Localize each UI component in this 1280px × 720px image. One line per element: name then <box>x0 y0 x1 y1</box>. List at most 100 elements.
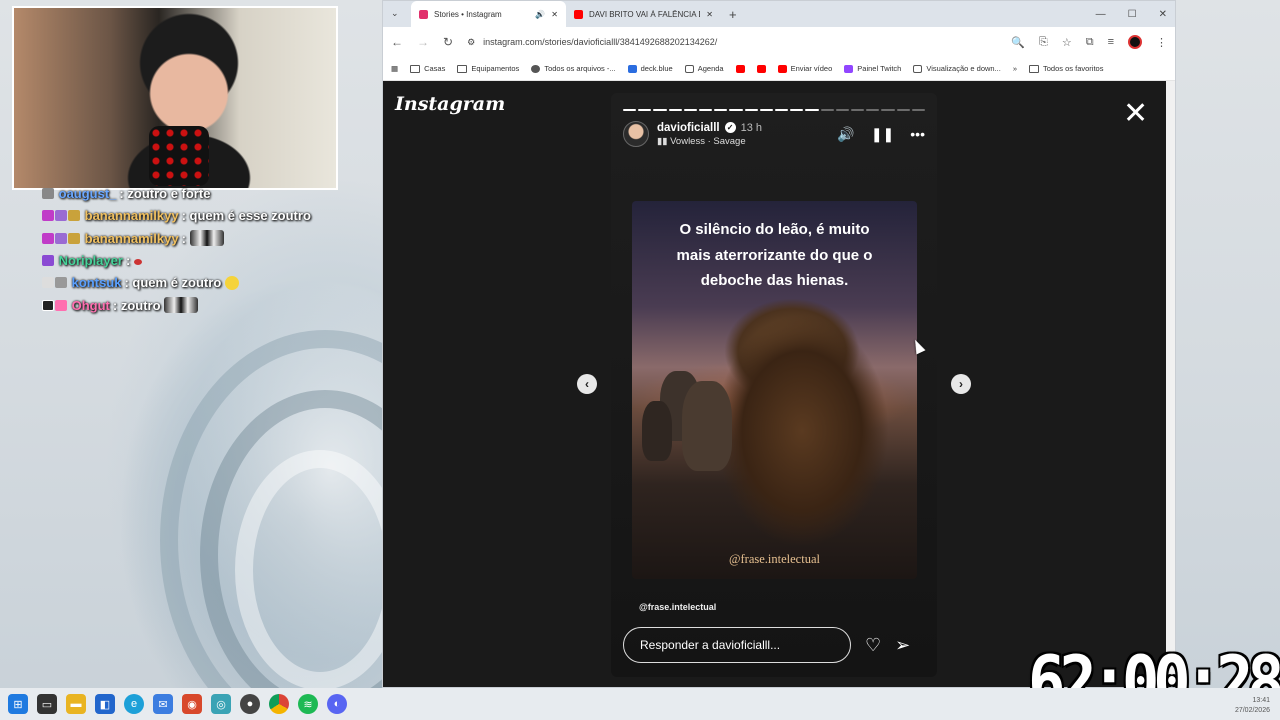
story-progress <box>623 109 926 111</box>
folder-icon <box>410 64 421 73</box>
previous-story-icon[interactable]: ‹ <box>577 374 597 394</box>
menu-kebab-icon[interactable]: ⋮ <box>1156 36 1167 49</box>
progress-segment <box>744 109 758 111</box>
profile-avatar[interactable] <box>1128 35 1142 49</box>
media-control-icon[interactable]: ≡ <box>1108 36 1114 48</box>
volume-icon[interactable]: 🔊 <box>837 126 854 143</box>
chat-message: banannamilkyy: quem é esse zoutro <box>42 208 342 224</box>
install-app-icon[interactable]: ⎘ <box>1039 36 1048 49</box>
bookmark-item[interactable]: Enviar vídeo <box>777 64 832 73</box>
instagram-viewport: Instagram ✕ ‹ › davioficialll ✓ 13 h ▮▮ … <box>383 81 1175 687</box>
story-card[interactable]: davioficialll ✓ 13 h ▮▮ Vowless · Savage… <box>611 93 937 677</box>
apps-grid-icon[interactable]: ▦ <box>391 64 398 73</box>
new-tab-button[interactable]: + <box>721 7 745 22</box>
chat-message: banannamilkyy: <box>42 230 342 247</box>
avatar[interactable] <box>623 121 649 147</box>
story-watermark: @frase.intelectual <box>729 552 820 566</box>
chrome-icon[interactable] <box>269 694 289 714</box>
webcam-overlay <box>12 6 338 190</box>
badge-icon <box>42 233 54 244</box>
progress-segment <box>759 109 774 111</box>
scrollbar[interactable] <box>1166 81 1175 687</box>
story-song[interactable]: ▮▮ Vowless · Savage <box>657 136 829 147</box>
forward-icon[interactable]: → <box>417 35 429 49</box>
bookmark-star-icon[interactable]: ☆ <box>1062 36 1072 49</box>
heart-icon[interactable]: ♡ <box>865 635 881 656</box>
next-story-icon[interactable]: › <box>951 374 971 394</box>
tab-title: Stories • Instagram <box>434 9 502 19</box>
bookmark-item[interactable]: Painel Twitch <box>844 64 901 73</box>
story-username[interactable]: davioficialll <box>657 122 720 134</box>
bookmark-item[interactable]: Agenda <box>684 64 724 73</box>
badge-icon <box>42 255 54 266</box>
progress-segment <box>668 109 682 111</box>
store-icon[interactable]: ◧ <box>95 694 115 714</box>
tray-date: 27/02/2026 <box>1234 707 1270 714</box>
pause-icon[interactable]: ❚❚ <box>871 126 894 143</box>
minimize-icon[interactable]: — <box>1096 9 1106 20</box>
eyes-emote-icon <box>164 297 199 313</box>
tab-youtube[interactable]: DAVI BRITO VAI À FALÊNCIA DE... ✕ <box>566 1 721 27</box>
discord-icon[interactable]: ◐ <box>327 694 347 714</box>
chat-username: Ohgut <box>71 298 110 313</box>
tab-close-icon[interactable]: ✕ <box>706 10 713 19</box>
bookmark-item[interactable]: deck.blue <box>627 64 673 73</box>
thinking-emoji-icon <box>224 276 239 290</box>
task-view-icon[interactable]: ▭ <box>37 694 57 714</box>
app-icon[interactable]: ✉ <box>153 694 173 714</box>
instagram-favicon-icon <box>419 9 428 19</box>
reload-icon[interactable]: ↻ <box>443 35 453 49</box>
chat-username: banannamilkyy <box>84 208 179 223</box>
progress-segment <box>729 109 743 111</box>
speaker-icon[interactable]: 🔊 <box>535 10 545 19</box>
more-bookmarks-icon[interactable]: » <box>1013 64 1017 73</box>
progress-segment <box>820 109 834 111</box>
badge-icon <box>55 233 67 244</box>
close-window-icon[interactable]: ✕ <box>1159 9 1167 20</box>
extensions-icon[interactable]: ⧉ <box>1086 36 1094 49</box>
progress-segment <box>881 109 895 111</box>
chat-username: Noriplayer <box>58 253 123 268</box>
reply-input[interactable]: Responder a davioficialll... <box>623 627 851 663</box>
spotify-icon[interactable]: ≋ <box>298 694 318 714</box>
send-icon[interactable]: ➢ <box>895 635 910 656</box>
zoom-icon[interactable]: 🔍 <box>1011 36 1025 49</box>
app-icon[interactable]: ◎ <box>211 694 231 714</box>
bookmark-label: Todos os arquivos -... <box>544 64 616 73</box>
all-bookmarks[interactable]: Todos os favoritos <box>1029 64 1103 73</box>
badge-icon <box>42 210 54 221</box>
tab-search-icon[interactable]: ⌄ <box>391 8 399 19</box>
maximize-icon[interactable]: ☐ <box>1128 9 1137 20</box>
obs-icon[interactable]: ◉ <box>182 694 202 714</box>
windows-start-icon[interactable]: ⊞ <box>8 694 28 714</box>
bookmark-item[interactable] <box>756 64 766 73</box>
story-time: 13 h <box>740 121 763 134</box>
site-info-icon[interactable]: ⚙ <box>467 37 475 48</box>
bookmark-item[interactable]: Visualização e down... <box>913 64 1001 73</box>
music-bars-icon: ▮▮ <box>657 135 671 147</box>
more-options-icon[interactable]: ••• <box>910 126 925 142</box>
youtube-icon <box>756 64 766 73</box>
window-controls: — ☐ ✕ <box>1096 1 1167 27</box>
instagram-logo[interactable]: Instagram <box>395 93 505 115</box>
browser-toolbar: ← → ↻ ⚙ instagram.com/stories/davioficia… <box>383 27 1175 57</box>
story-mention[interactable]: @frase.intelectual <box>639 602 716 612</box>
edge-icon[interactable]: e <box>124 694 144 714</box>
bookmark-label: Casas <box>424 64 446 73</box>
reply-row: Responder a davioficialll... ♡ ➢ <box>623 627 925 663</box>
tab-instagram[interactable]: Stories • Instagram 🔊 ✕ <box>411 1 566 27</box>
app-icon[interactable]: ● <box>240 694 260 714</box>
bookmark-label: Todos os favoritos <box>1043 64 1104 73</box>
tab-close-icon[interactable]: ✕ <box>551 10 558 19</box>
close-story-icon[interactable]: ✕ <box>1123 99 1148 129</box>
progress-segment <box>851 109 865 111</box>
bookmark-item[interactable] <box>735 64 745 73</box>
bookmark-item[interactable]: Equipamentos <box>457 64 519 73</box>
story-quote: O silêncio do leão, é muito mais aterror… <box>676 221 873 289</box>
bookmark-item[interactable]: Todos os arquivos -... <box>531 64 616 73</box>
file-explorer-icon[interactable]: ▬ <box>66 694 86 714</box>
bookmark-item[interactable]: Casas <box>410 64 445 73</box>
browser-window: ⌄ Stories • Instagram 🔊 ✕ DAVI BRITO VAI… <box>382 0 1176 688</box>
address-bar[interactable]: ⚙ instagram.com/stories/davioficialll/38… <box>467 37 997 48</box>
back-icon[interactable]: ← <box>391 35 403 49</box>
